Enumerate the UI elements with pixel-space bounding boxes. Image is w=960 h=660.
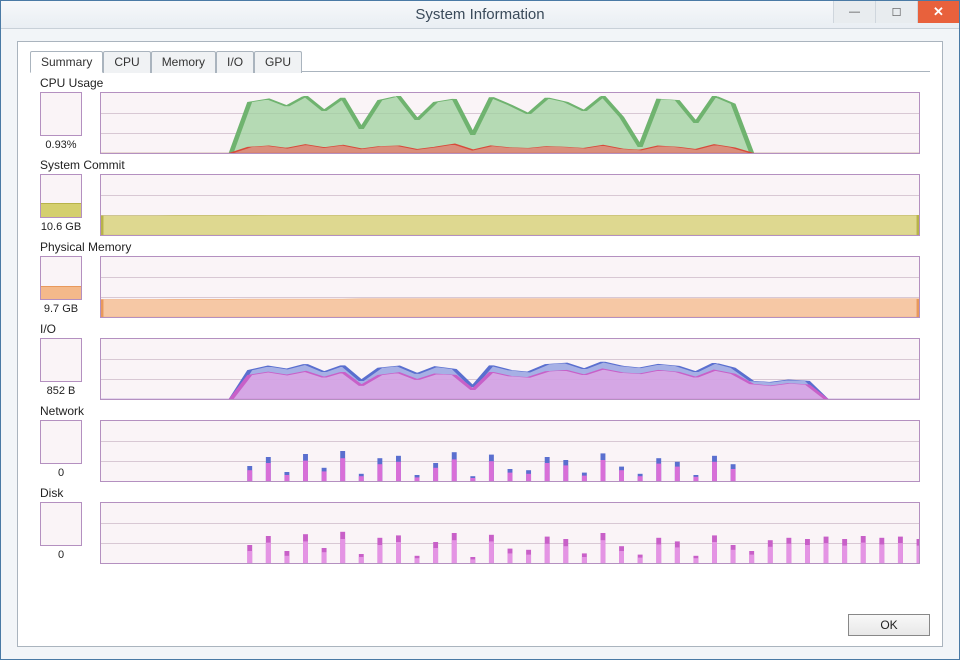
tab-strip: Summary CPU Memory I/O GPU bbox=[30, 51, 930, 73]
graph-commit bbox=[100, 174, 920, 236]
tab-memory[interactable]: Memory bbox=[151, 51, 216, 73]
row-cpu: CPU Usage 0.93% bbox=[40, 76, 920, 154]
row-commit: System Commit 10.6 GB bbox=[40, 158, 920, 236]
ok-button[interactable]: OK bbox=[848, 614, 930, 636]
close-icon: ✕ bbox=[933, 4, 944, 20]
tab-gpu[interactable]: GPU bbox=[254, 51, 302, 73]
label-disk: Disk bbox=[40, 486, 920, 500]
tab-io[interactable]: I/O bbox=[216, 51, 254, 73]
row-physmem: Physical Memory 9.7 GB bbox=[40, 240, 920, 318]
graph-physmem bbox=[100, 256, 920, 318]
tab-summary[interactable]: Summary bbox=[30, 51, 103, 73]
minimize-button[interactable]: — bbox=[833, 1, 875, 23]
graph-network bbox=[100, 420, 920, 482]
value-io: 852 B bbox=[47, 385, 76, 397]
row-network: Network 0 bbox=[40, 404, 920, 482]
maximize-button[interactable]: ☐ bbox=[875, 1, 917, 23]
label-physmem: Physical Memory bbox=[40, 240, 920, 254]
close-button[interactable]: ✕ bbox=[917, 1, 959, 23]
value-disk: 0 bbox=[58, 549, 64, 561]
graph-io bbox=[100, 338, 920, 400]
value-commit: 10.6 GB bbox=[41, 221, 81, 233]
label-network: Network bbox=[40, 404, 920, 418]
label-io: I/O bbox=[40, 322, 920, 336]
row-io: I/O 852 B bbox=[40, 322, 920, 400]
window-title: System Information bbox=[1, 6, 959, 23]
value-cpu: 0.93% bbox=[45, 139, 76, 151]
mini-disk bbox=[40, 502, 82, 546]
tab-cpu[interactable]: CPU bbox=[103, 51, 150, 73]
label-cpu: CPU Usage bbox=[40, 76, 920, 90]
mini-io bbox=[40, 338, 82, 382]
mini-commit bbox=[40, 174, 82, 218]
row-disk: Disk 0 bbox=[40, 486, 920, 564]
maximize-icon: ☐ bbox=[892, 6, 902, 19]
graph-cpu bbox=[100, 92, 920, 154]
main-panel: Summary CPU Memory I/O GPU CPU Usage 0.9… bbox=[17, 41, 943, 647]
content-area: Summary CPU Memory I/O GPU CPU Usage 0.9… bbox=[1, 29, 959, 659]
window-root: System Information — ☐ ✕ Summary CPU Mem… bbox=[0, 0, 960, 660]
mini-physmem bbox=[40, 256, 82, 300]
charts-area: CPU Usage 0.93% System Commit bbox=[30, 72, 930, 608]
window-controls: — ☐ ✕ bbox=[833, 1, 959, 28]
mini-cpu bbox=[40, 92, 82, 136]
mini-network bbox=[40, 420, 82, 464]
minimize-icon: — bbox=[849, 6, 860, 18]
value-physmem: 9.7 GB bbox=[44, 303, 78, 315]
titlebar[interactable]: System Information — ☐ ✕ bbox=[1, 1, 959, 29]
graph-disk bbox=[100, 502, 920, 564]
label-commit: System Commit bbox=[40, 158, 920, 172]
button-row: OK bbox=[30, 608, 930, 636]
value-network: 0 bbox=[58, 467, 64, 479]
